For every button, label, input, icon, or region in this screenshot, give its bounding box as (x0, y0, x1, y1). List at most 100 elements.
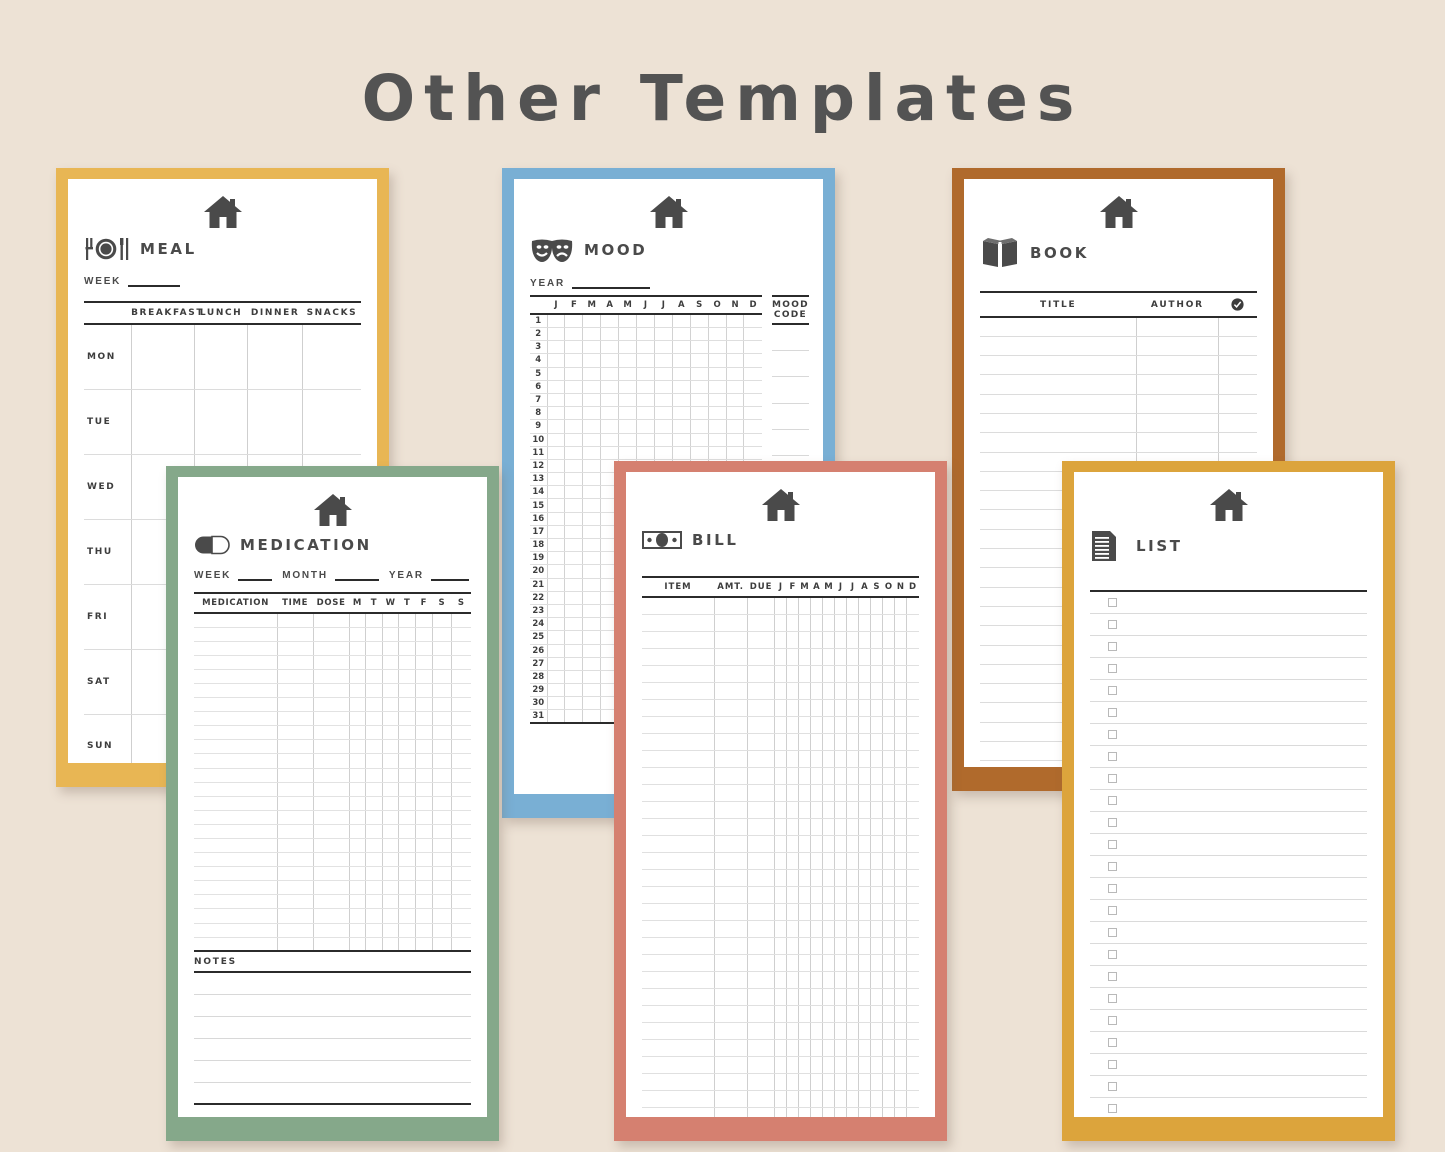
bill-cell[interactable] (798, 937, 812, 955)
mood-cell[interactable] (672, 406, 691, 421)
bill-cell[interactable] (810, 801, 824, 819)
med-cell[interactable] (365, 782, 383, 797)
bill-cell[interactable] (747, 886, 776, 904)
mood-cell[interactable] (582, 498, 602, 513)
med-cell[interactable] (194, 796, 278, 811)
mood-cell[interactable] (582, 670, 602, 685)
bill-cell[interactable] (747, 597, 776, 615)
med-cell[interactable] (382, 908, 400, 924)
table-row[interactable] (642, 954, 919, 972)
table-row[interactable] (194, 908, 471, 924)
bill-cell[interactable] (894, 954, 908, 972)
bill-cell[interactable] (906, 818, 919, 836)
med-cell[interactable] (349, 768, 367, 783)
table-row[interactable] (642, 886, 919, 904)
bill-cell[interactable] (642, 920, 715, 938)
bill-cell[interactable] (846, 852, 860, 870)
mood-cell[interactable] (600, 446, 620, 460)
med-cell[interactable] (451, 725, 471, 741)
bill-cell[interactable] (846, 988, 860, 1006)
checkbox[interactable] (1108, 884, 1117, 893)
table-row[interactable]: 11 (530, 446, 762, 460)
book-cell[interactable] (1136, 432, 1219, 453)
bill-cell[interactable] (870, 988, 884, 1006)
bill-cell[interactable] (870, 716, 884, 734)
bill-cell[interactable] (834, 648, 848, 666)
med-cell[interactable] (277, 655, 314, 670)
bill-cell[interactable] (834, 767, 848, 785)
bill-cell[interactable] (858, 988, 872, 1006)
bill-cell[interactable] (774, 767, 788, 785)
mood-cell[interactable] (618, 393, 638, 408)
mood-code-cell[interactable] (772, 350, 809, 378)
med-cell[interactable] (313, 810, 350, 825)
bill-cell[interactable] (798, 818, 812, 836)
bill-cell[interactable] (846, 937, 860, 955)
mood-cell[interactable] (564, 604, 584, 619)
bill-cell[interactable] (870, 801, 884, 819)
med-cell[interactable] (365, 908, 383, 924)
notes-lines[interactable] (194, 973, 471, 1106)
bill-cell[interactable] (798, 597, 812, 615)
checkbox[interactable] (1108, 1038, 1117, 1047)
bill-cell[interactable] (810, 1107, 824, 1117)
med-cell[interactable] (313, 613, 350, 628)
bill-cell[interactable] (822, 682, 836, 700)
med-cell[interactable] (451, 923, 471, 938)
bill-cell[interactable] (786, 682, 800, 700)
mood-cell[interactable] (582, 617, 602, 632)
table-row[interactable] (194, 641, 471, 656)
med-cell[interactable] (194, 923, 278, 938)
med-cell[interactable] (415, 810, 433, 825)
med-cell[interactable] (313, 782, 350, 797)
list-item[interactable] (1090, 944, 1367, 966)
bill-cell[interactable] (774, 1056, 788, 1074)
mood-cell[interactable] (672, 353, 691, 368)
mood-cell[interactable] (564, 617, 584, 632)
med-cell[interactable] (398, 894, 417, 910)
checkbox[interactable] (1108, 950, 1117, 959)
bill-cell[interactable] (747, 631, 776, 649)
med-cell[interactable] (365, 866, 383, 882)
med-cell[interactable] (194, 739, 278, 755)
bill-cell[interactable] (642, 937, 715, 955)
med-cell[interactable] (398, 852, 417, 868)
med-cell[interactable] (415, 852, 433, 868)
mood-cell[interactable] (690, 353, 709, 368)
mood-cell[interactable] (564, 327, 584, 342)
med-cell[interactable] (451, 782, 471, 797)
bill-cell[interactable] (906, 920, 919, 938)
mood-cell[interactable] (690, 393, 709, 408)
bill-cell[interactable] (894, 648, 908, 666)
mood-cell[interactable] (547, 683, 566, 698)
bill-cell[interactable] (810, 869, 824, 887)
bill-cell[interactable] (834, 801, 848, 819)
note-line[interactable] (194, 1039, 471, 1062)
bill-cell[interactable] (834, 988, 848, 1006)
list-item[interactable] (1090, 812, 1367, 834)
bill-cell[interactable] (786, 784, 800, 802)
bill-cell[interactable] (786, 597, 800, 615)
bill-cell[interactable] (846, 954, 860, 972)
mood-cell[interactable] (547, 630, 566, 645)
med-cell[interactable] (382, 838, 400, 854)
bill-cell[interactable] (642, 1073, 715, 1091)
mood-cell[interactable] (708, 406, 727, 421)
bill-cell[interactable] (858, 614, 872, 632)
book-cell[interactable] (1136, 317, 1219, 337)
mood-cell[interactable] (726, 446, 745, 460)
bill-cell[interactable] (714, 801, 748, 819)
med-cell[interactable] (349, 669, 367, 684)
med-cell[interactable] (349, 866, 367, 882)
bill-cell[interactable] (810, 971, 824, 989)
med-cell[interactable] (382, 782, 400, 797)
med-cell[interactable] (194, 880, 278, 896)
med-cell[interactable] (415, 627, 433, 642)
mood-cell[interactable] (547, 564, 566, 579)
bill-cell[interactable] (822, 920, 836, 938)
mood-cell[interactable] (708, 367, 727, 381)
table-row[interactable] (194, 627, 471, 642)
bill-cell[interactable] (714, 614, 748, 632)
bill-cell[interactable] (882, 971, 896, 989)
mood-cell[interactable] (582, 696, 602, 711)
